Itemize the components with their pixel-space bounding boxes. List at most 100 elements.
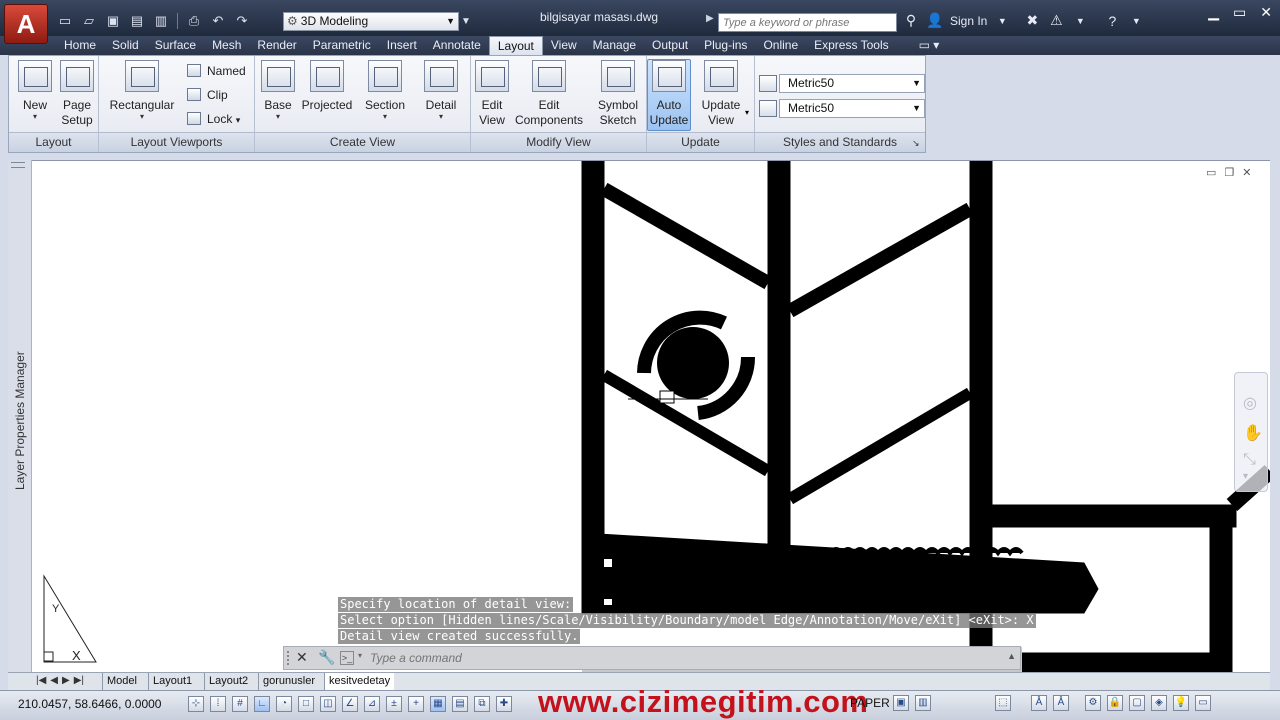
update-view-button[interactable]: Update View	[697, 60, 745, 128]
viewport-minimize-icon[interactable]: ▭	[1206, 166, 1216, 179]
save-icon[interactable]: ▣	[102, 11, 124, 31]
close-icon[interactable]: ✕	[296, 649, 308, 666]
tab-parametric[interactable]: Parametric	[305, 36, 379, 55]
open-icon[interactable]: ▱	[78, 11, 100, 31]
tab-view[interactable]: View	[543, 36, 585, 55]
tab-surface[interactable]: Surface	[147, 36, 204, 55]
exchange-icon[interactable]: ✖	[1023, 12, 1041, 29]
maximize-icon[interactable]: ▭	[1233, 4, 1246, 21]
hardware-acceleration-icon[interactable]: ▢	[1129, 695, 1145, 711]
tab-express-tools[interactable]: Express Tools	[806, 36, 896, 55]
tab-render[interactable]: Render	[249, 36, 304, 55]
chevron-up-icon[interactable]: ▲	[1007, 651, 1016, 661]
tab-layout[interactable]: Layout	[488, 36, 543, 55]
edit-view-button[interactable]: Edit View	[475, 60, 509, 128]
chevron-down-icon[interactable]: ▾	[745, 108, 749, 117]
new-layout-button[interactable]: New ▾	[15, 60, 55, 121]
3d-osnap-icon[interactable]: ◫	[320, 696, 336, 712]
plot-icon[interactable]: ⎙	[183, 11, 205, 31]
paper-space-toggle[interactable]: PAPER	[850, 696, 890, 710]
command-input[interactable]	[370, 649, 990, 667]
layout-tab-kesitvedetay[interactable]: kesitvedetay	[324, 673, 395, 690]
symbol-sketch-button[interactable]: Symbol Sketch	[595, 60, 641, 128]
previous-tab-icon[interactable]: ◀	[50, 675, 58, 686]
ortho-icon[interactable]: ∟	[254, 696, 270, 712]
search-input[interactable]	[718, 13, 897, 32]
workspace-switching-icon[interactable]: ⚙	[1085, 695, 1101, 711]
osnap-icon[interactable]: □	[298, 696, 314, 712]
grid-icon[interactable]: #	[232, 696, 248, 712]
selection-cycling-icon[interactable]: ⧉	[474, 696, 490, 712]
lock-ui-icon[interactable]: 🔒	[1107, 695, 1123, 711]
base-view-button[interactable]: Base ▾	[259, 60, 297, 121]
clean-screen-icon[interactable]: ▭	[1195, 695, 1211, 711]
tab-solid[interactable]: Solid	[104, 36, 147, 55]
undo-icon[interactable]: ↶	[207, 11, 229, 31]
lineweight-icon[interactable]: +	[408, 696, 424, 712]
viewport-restore-icon[interactable]: ❐	[1224, 166, 1234, 179]
redo-icon[interactable]: ↷	[231, 11, 253, 31]
command-line-grip[interactable]	[287, 651, 293, 665]
dialog-launcher-icon[interactable]: ↘	[912, 138, 920, 149]
wrench-icon[interactable]: 🔧	[318, 649, 335, 666]
tab-home[interactable]: Home	[56, 36, 104, 55]
application-menu-button[interactable]: A	[4, 4, 48, 44]
pan-icon[interactable]: ✋	[1243, 423, 1263, 443]
last-tab-icon[interactable]: ▶|	[74, 675, 84, 686]
command-prompt-icon[interactable]: >_	[340, 651, 354, 665]
otrack-icon[interactable]: ∠	[342, 696, 358, 712]
help-icon[interactable]: ?	[1103, 13, 1121, 29]
layout-tab-layout2[interactable]: Layout2	[204, 673, 252, 690]
autodesk-360-icon[interactable]: ⚠	[1047, 12, 1065, 29]
viewport-close-icon[interactable]: ✕	[1242, 166, 1251, 179]
tab-annotate[interactable]: Annotate	[425, 36, 489, 55]
clip-viewport-button[interactable]: Clip	[185, 85, 228, 105]
tab-plug-ins[interactable]: Plug-ins	[696, 36, 755, 55]
next-tab-icon[interactable]: ▶	[62, 675, 70, 686]
snap-icon[interactable]: ⁞	[210, 696, 226, 712]
palette-grip-icon[interactable]	[11, 162, 25, 168]
layout-tab-layout1[interactable]: Layout1	[148, 673, 196, 690]
layout-tab-gorunusler[interactable]: gorunusler	[258, 673, 319, 690]
chevron-down-icon[interactable]: ▼	[1071, 16, 1089, 26]
detail-view-button[interactable]: Detail ▾	[419, 60, 463, 121]
chevron-down-icon[interactable]: ▼	[1127, 16, 1145, 26]
annotation-monitor-icon[interactable]: ✚	[496, 696, 512, 712]
quick-properties-icon[interactable]: ▤	[452, 696, 468, 712]
chevron-down-icon[interactable]: ▾	[358, 651, 362, 660]
named-viewports-button[interactable]: Named	[185, 61, 246, 81]
section-style-dropdown[interactable]: Metric50 ▼	[779, 99, 925, 118]
steering-wheel-icon[interactable]: ◎	[1243, 393, 1257, 413]
zoom-extents-icon[interactable]: ⤡	[1243, 451, 1256, 469]
binoculars-icon[interactable]: ⚲	[902, 12, 920, 29]
auto-update-button[interactable]: Auto Update	[647, 59, 691, 131]
tab-insert[interactable]: Insert	[379, 36, 425, 55]
light-bulb-icon[interactable]: 💡	[1173, 695, 1189, 711]
ribbon-minimize-icon[interactable]: ▭ ▾	[911, 36, 948, 55]
tab-online[interactable]: Online	[755, 36, 806, 55]
quick-view-layouts-icon[interactable]: ▣	[893, 695, 909, 711]
saveas-icon[interactable]: ▤	[126, 11, 148, 31]
infer-constraints-icon[interactable]: ⊹	[188, 696, 204, 712]
polar-icon[interactable]: ◔	[276, 696, 292, 712]
close-icon[interactable]: ✕	[1260, 4, 1272, 21]
page-setup-button[interactable]: Page Setup	[57, 60, 97, 128]
tab-mesh[interactable]: Mesh	[204, 36, 249, 55]
new-icon[interactable]: ▭	[54, 11, 76, 31]
ducs-icon[interactable]: ⊿	[364, 696, 380, 712]
quick-view-drawings-icon[interactable]: ▥	[915, 695, 931, 711]
isolate-objects-icon[interactable]: ◈	[1151, 695, 1167, 711]
lock-viewport-button[interactable]: Lock ▾	[185, 109, 240, 129]
cursor-coordinates[interactable]: 210.0457, 58.6466, 0.0000	[18, 697, 161, 711]
maximize-viewport-icon[interactable]: ⬚	[995, 695, 1011, 711]
tab-manage[interactable]: Manage	[585, 36, 644, 55]
transparency-icon[interactable]: ▦	[430, 696, 446, 712]
annotation-visibility-icon[interactable]: Å	[1053, 695, 1069, 711]
dynamic-input-icon[interactable]: ±	[386, 696, 402, 712]
first-tab-icon[interactable]: |◀	[36, 675, 46, 686]
rectangular-viewport-button[interactable]: Rectangular ▾	[107, 60, 177, 121]
sign-in-button[interactable]: Sign In	[950, 14, 987, 28]
workspace-dropdown[interactable]: ⚙ 3D Modeling ▼	[283, 12, 459, 31]
annotation-scale-icon[interactable]: Å	[1031, 695, 1047, 711]
projected-view-button[interactable]: Projected	[299, 60, 355, 113]
